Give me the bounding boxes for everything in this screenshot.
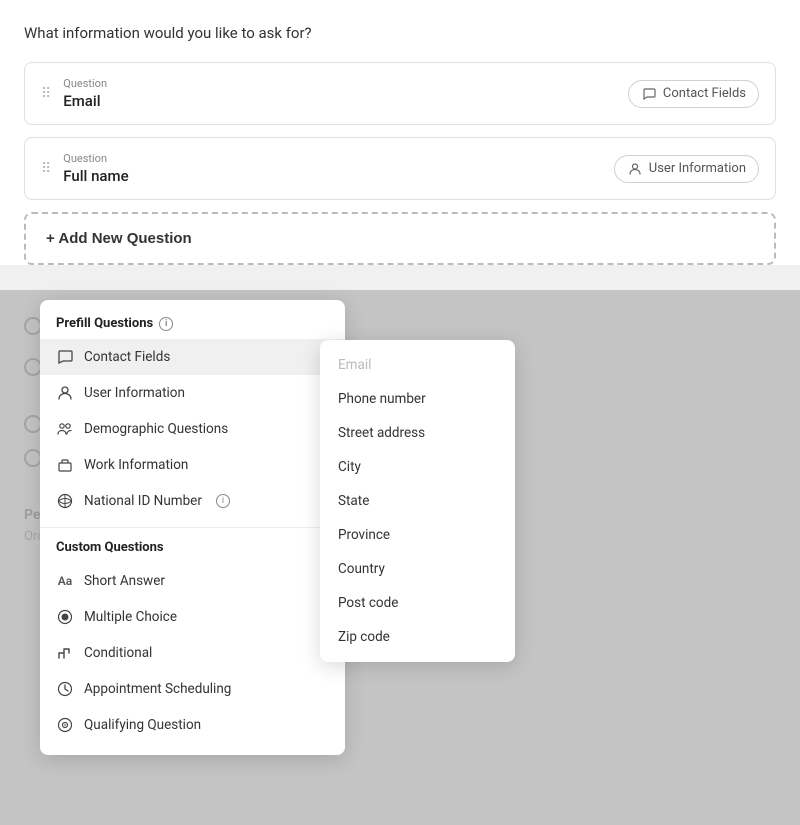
appointment-label: Appointment Scheduling (84, 681, 231, 697)
menu-item-multiple-choice[interactable]: Multiple Choice (40, 599, 345, 635)
short-answer-icon: Aa (56, 572, 74, 590)
menu-item-short-answer[interactable]: Aa Short Answer (40, 563, 345, 599)
question-card-fullname: ⠿ Question Full name User Information (24, 137, 776, 200)
demographic-icon (56, 420, 74, 438)
menu-item-conditional[interactable]: Conditional (40, 635, 345, 671)
submenu-item-phone[interactable]: Phone number (320, 382, 515, 416)
qualifying-label: Qualifying Question (84, 717, 201, 733)
submenu-item-street[interactable]: Street address (320, 416, 515, 450)
question-value-email: Email (63, 92, 107, 110)
question-card-email: ⠿ Question Email Contact Fields (24, 62, 776, 125)
national-id-info-icon[interactable]: i (216, 494, 230, 508)
submenu-item-country[interactable]: Country (320, 552, 515, 586)
contact-fields-icon (56, 348, 74, 366)
menu-item-appointment[interactable]: Appointment Scheduling (40, 671, 345, 707)
demographic-label: Demographic Questions (84, 421, 228, 437)
question-label-email: Question (63, 77, 107, 90)
menu-item-contact-fields[interactable]: Contact Fields › (40, 339, 345, 375)
appointment-icon (56, 680, 74, 698)
badge-user-information[interactable]: User Information (614, 155, 759, 183)
dropdown-menu: Prefill Questions i Contact Fields › Use… (40, 300, 345, 755)
badge-label-contact: Contact Fields (663, 86, 746, 101)
submenu-item-state[interactable]: State (320, 484, 515, 518)
submenu-contact-fields: Email Phone number Street address City S… (320, 340, 515, 662)
user-icon (627, 161, 643, 177)
menu-item-qualifying[interactable]: Qualifying Question (40, 707, 345, 743)
short-answer-label: Short Answer (84, 573, 165, 589)
menu-item-work-information[interactable]: Work Information › (40, 447, 345, 483)
custom-section-title: Custom Questions (40, 536, 345, 563)
submenu-item-province[interactable]: Province (320, 518, 515, 552)
page-main-question: What information would you like to ask f… (24, 24, 776, 42)
work-information-icon (56, 456, 74, 474)
user-information-label: User Information (84, 385, 185, 401)
conditional-label: Conditional (84, 645, 152, 661)
qualifying-icon (56, 716, 74, 734)
question-value-fullname: Full name (63, 167, 128, 185)
badge-label-user: User Information (649, 161, 746, 176)
drag-handle-fullname[interactable]: ⠿ (41, 161, 51, 177)
conditional-icon (56, 644, 74, 662)
prefill-info-icon[interactable]: i (159, 317, 173, 331)
menu-item-user-information[interactable]: User Information › (40, 375, 345, 411)
user-information-icon (56, 384, 74, 402)
add-question-button[interactable]: + Add New Question (24, 212, 776, 265)
submenu-item-city[interactable]: City (320, 450, 515, 484)
menu-item-national-id[interactable]: National ID Number i › (40, 483, 345, 519)
contact-fields-label: Contact Fields (84, 349, 170, 365)
menu-item-demographic[interactable]: Demographic Questions › (40, 411, 345, 447)
question-label-fullname: Question (63, 152, 128, 165)
chat-bubble-icon (641, 86, 657, 102)
multiple-choice-icon (56, 608, 74, 626)
prefill-section-title: Prefill Questions i (40, 316, 345, 339)
badge-contact-fields[interactable]: Contact Fields (628, 80, 759, 108)
menu-divider (40, 527, 345, 528)
submenu-item-email[interactable]: Email (320, 348, 515, 382)
drag-handle-email[interactable]: ⠿ (41, 86, 51, 102)
national-id-label: National ID Number (84, 493, 202, 509)
submenu-item-postcode[interactable]: Post code (320, 586, 515, 620)
work-information-label: Work Information (84, 457, 188, 473)
multiple-choice-label: Multiple Choice (84, 609, 177, 625)
submenu-item-zipcode[interactable]: Zip code (320, 620, 515, 654)
national-id-icon (56, 492, 74, 510)
